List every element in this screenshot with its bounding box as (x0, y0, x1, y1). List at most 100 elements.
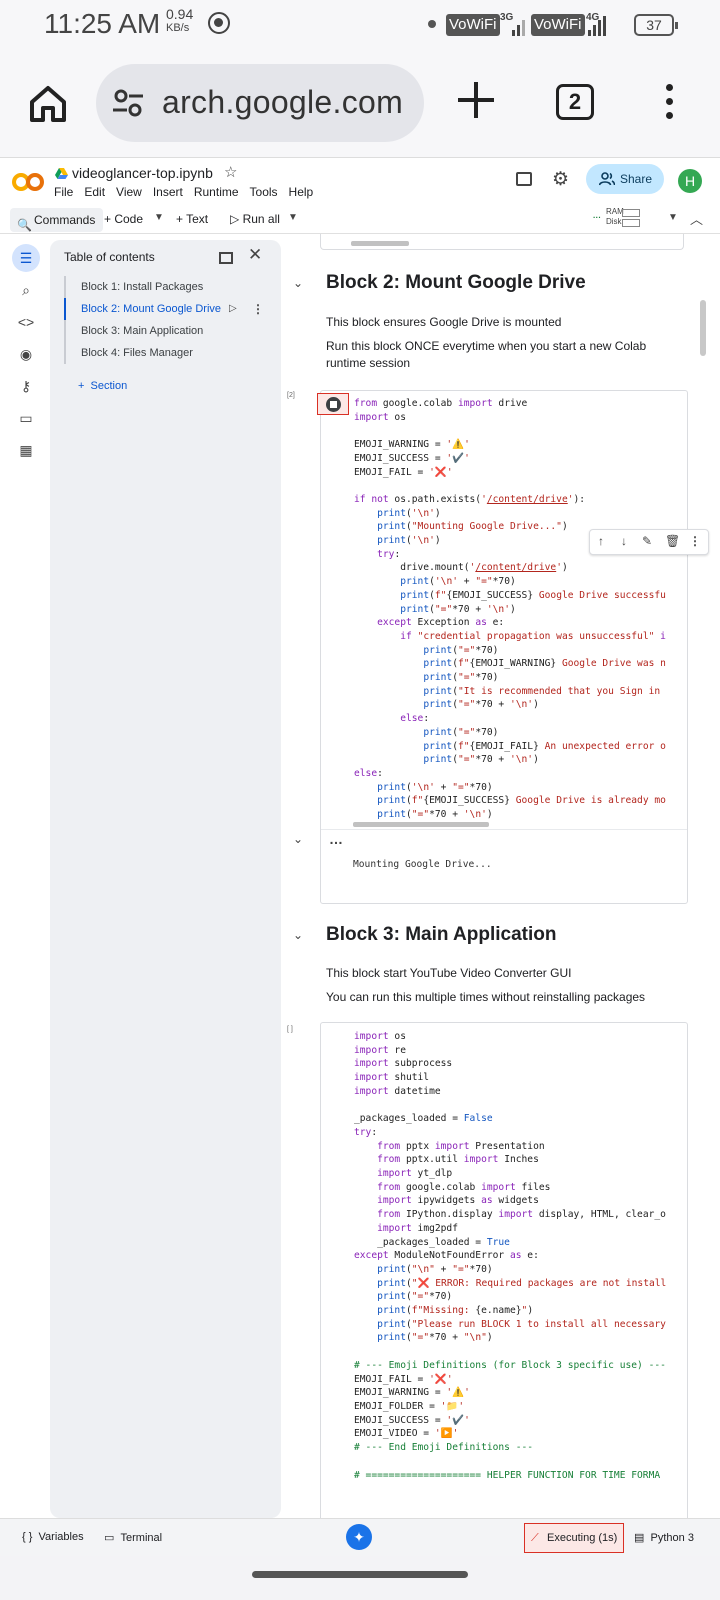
address-bar[interactable]: arch.google.com (96, 64, 424, 142)
code-editor[interactable]: import os import re import subprocess im… (354, 1030, 666, 1482)
text-cell: You can run this multiple times without … (326, 990, 646, 1004)
commands-button[interactable]: 🔍 Commands (10, 208, 104, 232)
execution-status[interactable]: ⟋ Executing (1s) (524, 1523, 624, 1553)
spinner-icon: ⟋ (531, 1532, 539, 1544)
browser-menu-icon[interactable] (664, 84, 674, 120)
toc-item[interactable]: Block 1: Install Packages (66, 276, 271, 298)
menu-view[interactable]: View (116, 185, 142, 199)
vertical-scrollbar[interactable] (700, 300, 706, 356)
close-icon[interactable]: ✕ (248, 245, 262, 265)
browser-toolbar: arch.google.com 2 (0, 50, 720, 158)
code-editor[interactable]: from google.colab import drive import os… (354, 397, 666, 822)
menu-runtime[interactable]: Runtime (194, 185, 239, 199)
move-up-icon[interactable]: ↑ (598, 534, 604, 548)
toc-list: Block 1: Install Packages Block 2: Mount… (64, 276, 271, 364)
key-icon[interactable]: ⚷ (12, 372, 40, 400)
notebook-title[interactable]: videoglancer-top.ipynb (72, 165, 213, 181)
colab-logo-icon[interactable] (12, 172, 44, 192)
more-vert-icon[interactable]: ⋮ (252, 298, 264, 320)
share-label: Share (620, 172, 653, 186)
chevron-down-icon[interactable]: ▼ (668, 212, 678, 223)
collapse-header-icon[interactable]: ︿ (690, 209, 703, 228)
code-cell[interactable]: from google.colab import drive import os… (317, 390, 709, 904)
chevron-down-icon[interactable]: ▼ (154, 212, 164, 223)
menu-help[interactable]: Help (289, 185, 314, 199)
google-drive-icon (55, 168, 68, 179)
toc-item[interactable]: Block 3: Main Application (66, 320, 271, 342)
find-icon[interactable]: ⌕ (12, 276, 40, 304)
new-tab-icon[interactable] (458, 82, 494, 118)
delete-icon[interactable]: 🗑 (665, 534, 680, 548)
variables-button[interactable]: { } Variables (22, 1531, 84, 1543)
section-heading: Block 3: Main Application (326, 924, 557, 945)
avatar[interactable]: H (678, 169, 702, 193)
tab-switcher-button[interactable]: 2 (556, 84, 594, 120)
menu-edit[interactable]: Edit (84, 185, 105, 199)
collapse-output-icon[interactable]: ⌄ (293, 832, 303, 846)
play-icon[interactable]: ▷ (229, 298, 237, 320)
toc-item[interactable]: Block 4: Files Manager (66, 342, 271, 364)
terminal-button[interactable]: ▭ Terminal (104, 1531, 162, 1544)
add-code-button[interactable]: + Code (104, 210, 143, 228)
system-nav-bar (0, 1556, 720, 1600)
text-cell: This block start YouTube Video Converter… (326, 966, 572, 980)
resource-indicator[interactable]: RAM Disk (606, 207, 640, 227)
text-cell: This block ensures Google Drive is mount… (326, 315, 562, 329)
text-cell: Run this block ONCE everytime when you s… (326, 339, 647, 370)
add-text-button[interactable]: + Text (176, 210, 208, 228)
code-snippets-icon[interactable]: <> (12, 308, 40, 336)
toc-title: Table of contents (64, 250, 155, 264)
horizontal-scrollbar[interactable] (353, 822, 489, 827)
notebook-area: ⌄ Block 2: Mount Google Drive This block… (282, 234, 720, 1518)
cell-toolbar: ↑ ↓ ✎ 🗑 ⋮ (589, 529, 709, 555)
stop-icon (326, 397, 341, 412)
code-cell[interactable]: import os import re import subprocess im… (320, 1022, 688, 1518)
execution-count: [ ] (287, 1026, 293, 1033)
status-bar: 11:25 AM 0.94 KB/s VoWiFi 3G VoWiFi 4G 37 (0, 0, 720, 50)
secrets-icon[interactable]: ◉ (12, 340, 40, 368)
connected-check-icon: ··· (593, 213, 601, 222)
folder-icon[interactable]: ▭ (12, 404, 40, 432)
chevron-down-icon[interactable]: ▼ (288, 212, 298, 223)
toc-item-active[interactable]: Block 2: Mount Google Drive ▷ ⋮ (64, 298, 271, 320)
battery-icon: 37 (634, 14, 678, 36)
stop-execution-button[interactable] (317, 393, 349, 415)
share-button[interactable]: Share (586, 164, 664, 194)
table-of-contents-panel: Table of contents ✕ Block 1: Install Pac… (50, 240, 281, 1518)
star-icon[interactable]: ☆ (224, 163, 237, 181)
table-icon[interactable]: ▦ (12, 436, 40, 464)
menu-file[interactable]: File (54, 185, 73, 199)
add-section-button[interactable]: + Section (78, 380, 127, 392)
url-text: arch.google.com (162, 84, 404, 120)
output-divider (321, 829, 687, 830)
notebook-toolbar: 🔍 Commands + Code ▼ + Text ▷ Run all ▼ ··… (0, 206, 720, 234)
open-in-tab-icon[interactable] (219, 252, 233, 264)
screen-record-icon (208, 12, 230, 34)
gemini-icon[interactable]: ✦ (346, 1524, 372, 1550)
collapse-section-icon[interactable]: ⌄ (293, 928, 303, 942)
comment-icon[interactable] (516, 172, 532, 186)
menu-bar: File Edit View Insert Runtime Tools Help (54, 185, 324, 199)
previous-cell-bottom (320, 234, 684, 250)
home-icon[interactable] (28, 84, 68, 124)
notification-dot-icon (428, 20, 436, 28)
menu-tools[interactable]: Tools (250, 185, 278, 199)
edit-icon[interactable]: ✎ (642, 534, 652, 548)
move-down-icon[interactable]: ↓ (621, 534, 627, 548)
output-menu-icon[interactable]: … (329, 831, 343, 847)
toc-icon[interactable]: ☰ (12, 244, 40, 272)
gesture-handle[interactable] (252, 1571, 468, 1578)
runtime-button[interactable]: ▤ Python 3 (634, 1531, 694, 1544)
run-all-button[interactable]: ▷ Run all (230, 210, 280, 228)
gear-icon[interactable]: ⚙ (552, 168, 569, 191)
share-people-icon (599, 172, 615, 186)
execution-count: [2] (287, 392, 295, 399)
side-rail: ☰ ⌕ <> ◉ ⚷ ▭ ▦ (0, 234, 48, 1518)
section-heading: Block 2: Mount Google Drive (326, 272, 586, 293)
site-settings-icon[interactable] (112, 88, 144, 118)
collapse-section-icon[interactable]: ⌄ (293, 276, 303, 290)
horizontal-scrollbar[interactable] (351, 241, 409, 246)
more-vert-icon[interactable]: ⋮ (689, 534, 701, 548)
colab-status-bar: { } Variables ▭ Terminal ✦ ⟋ Executing (1… (0, 1518, 720, 1556)
menu-insert[interactable]: Insert (153, 185, 183, 199)
